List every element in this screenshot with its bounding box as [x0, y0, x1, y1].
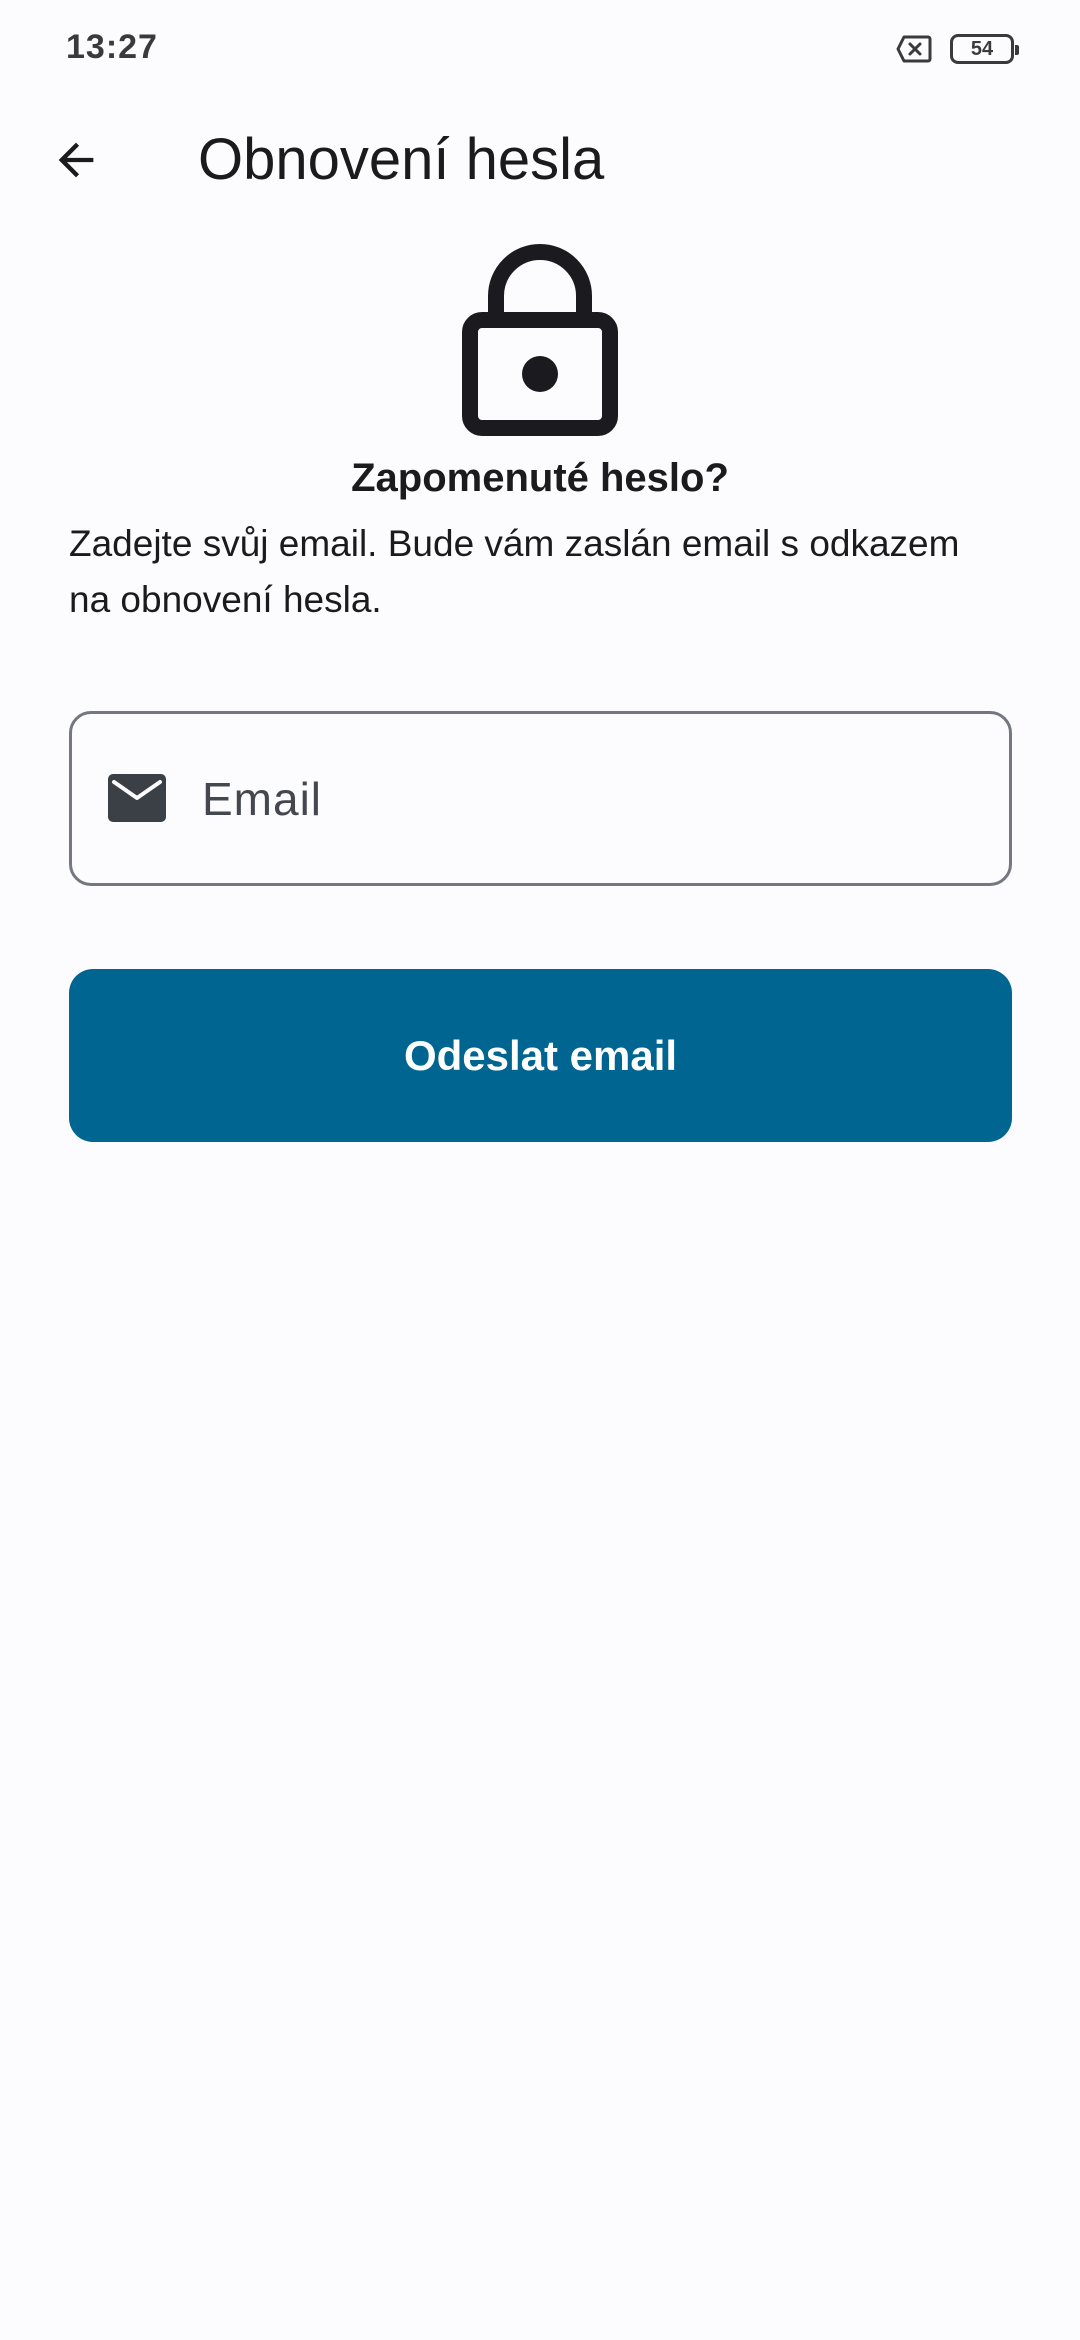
instructions-text: Zadejte svůj email. Bude vám zaslán emai… [69, 523, 960, 620]
status-time: 13:27 [66, 28, 158, 66]
top-app-bar: Obnovení hesla [0, 110, 1080, 200]
screen: 13:27 54 Obnovení hesla Zapomenuté heslo… [0, 0, 1080, 2340]
no-sim-icon [896, 35, 932, 63]
lock-icon [462, 244, 618, 436]
mail-icon [108, 774, 166, 822]
page-title: Obnovení hesla [198, 127, 605, 192]
battery-icon: 54 [950, 34, 1019, 64]
back-button[interactable] [36, 120, 116, 200]
email-field[interactable] [69, 711, 1012, 886]
battery-level: 54 [970, 37, 994, 60]
status-icons: 54 [896, 34, 1019, 64]
arrow-back-icon [58, 142, 94, 178]
email-input[interactable] [202, 714, 982, 883]
status-bar: 13:27 54 [0, 0, 1080, 100]
send-email-button[interactable]: Odeslat email [69, 969, 1012, 1142]
forgot-password-heading: Zapomenuté heslo? [351, 456, 729, 500]
